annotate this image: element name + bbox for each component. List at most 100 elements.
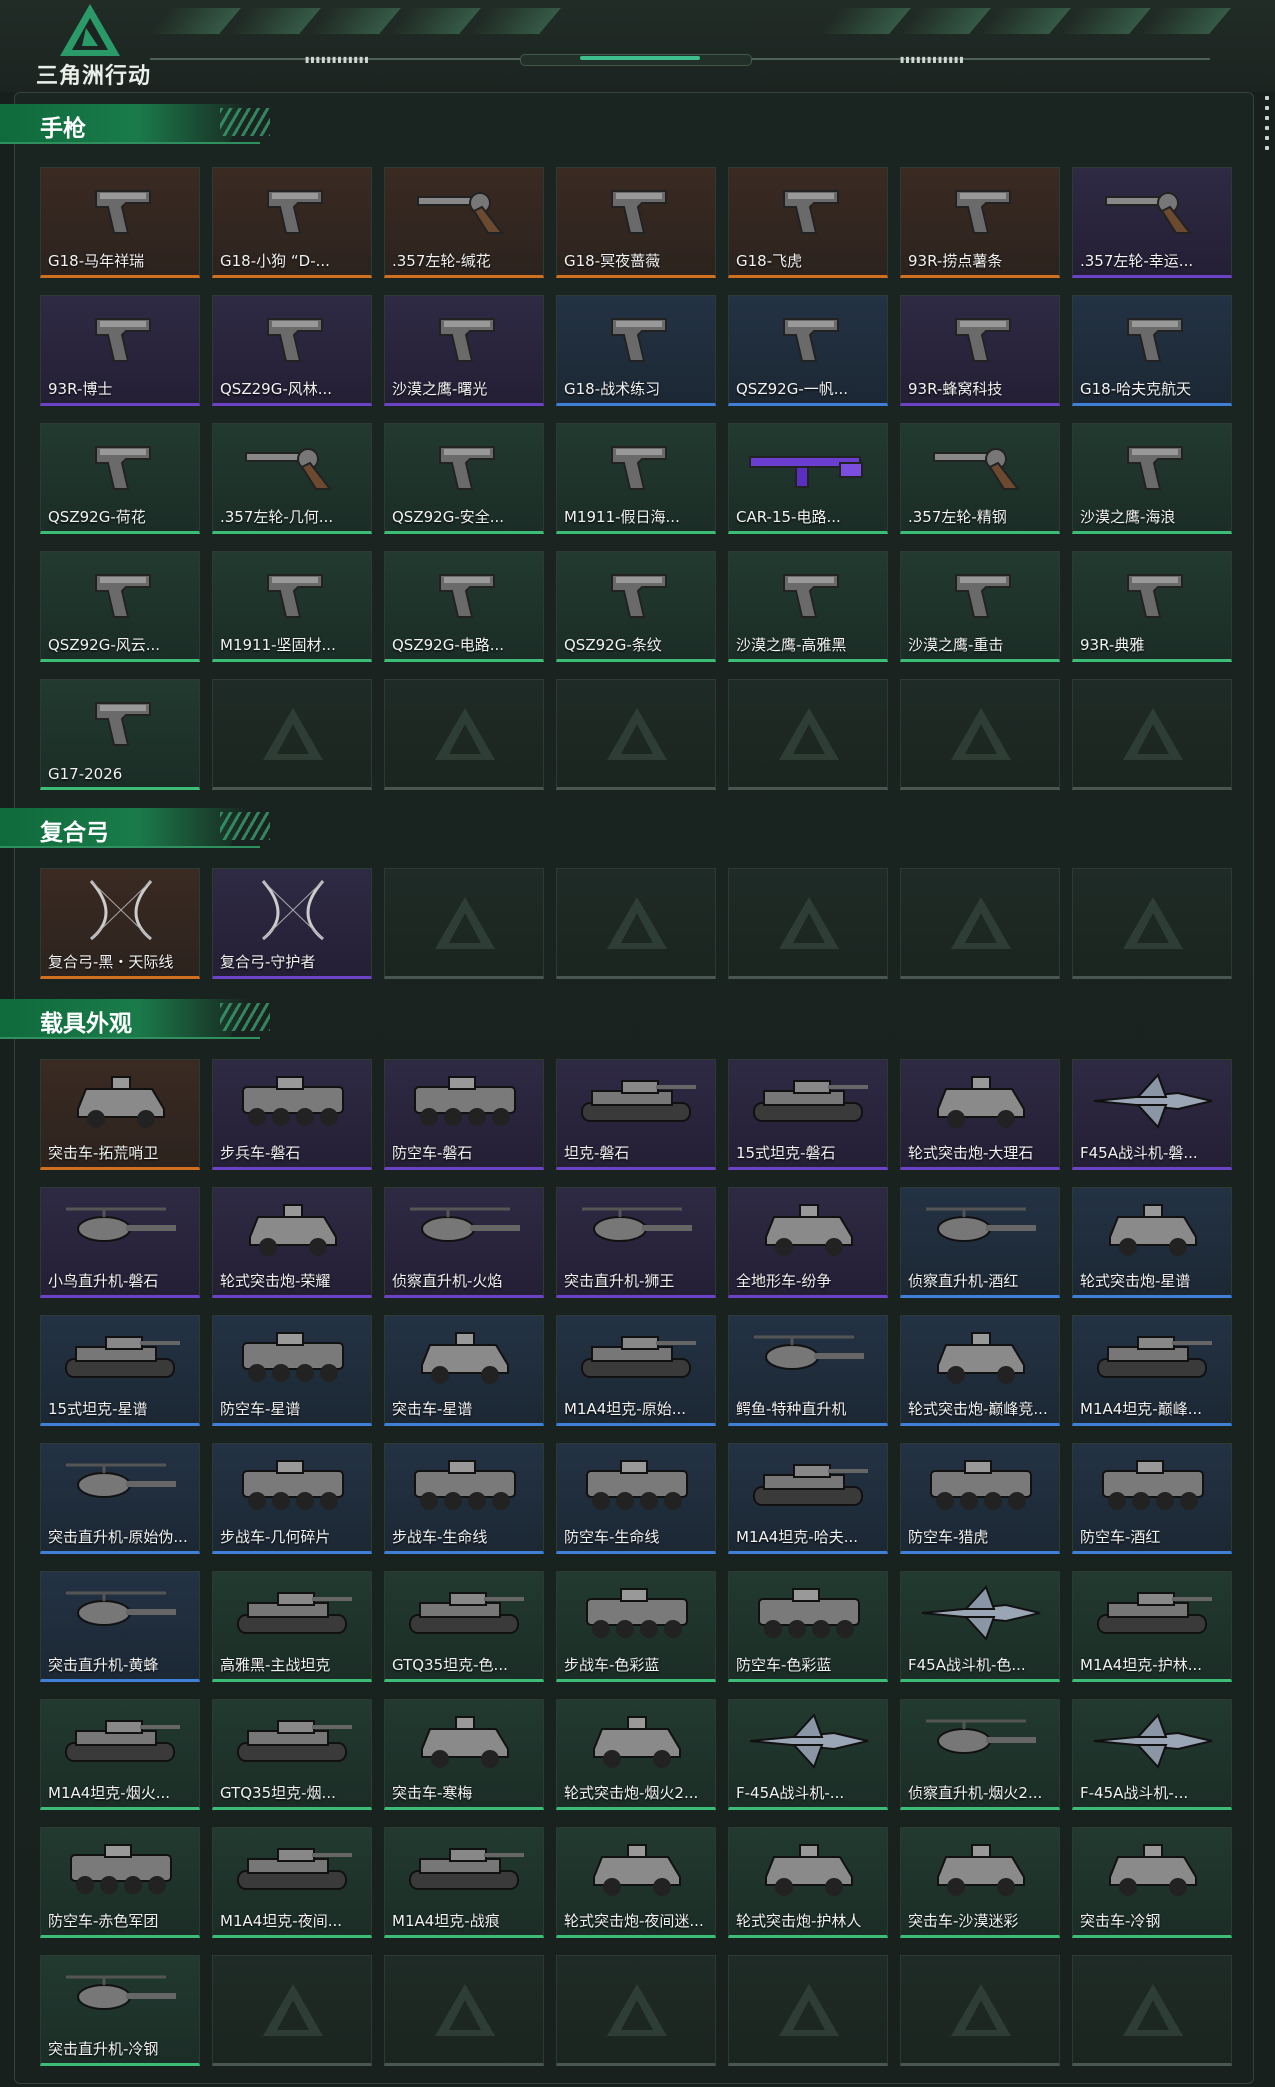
skin-name: QSZ92G-安全...	[392, 508, 505, 526]
skin-card[interactable]: 步兵车-磐石	[212, 1059, 372, 1170]
skin-card[interactable]: 小鸟直升机-磐石	[40, 1187, 200, 1298]
skin-card[interactable]: 防空车-生命线	[556, 1443, 716, 1554]
skin-card[interactable]: F-45A战斗机-...	[1072, 1699, 1232, 1810]
apc-icon	[385, 1060, 543, 1142]
skin-card[interactable]: 侦察直升机-火焰	[384, 1187, 544, 1298]
skin-card[interactable]: 突击车-拓荒哨卫	[40, 1059, 200, 1170]
skin-card[interactable]: GTQ35坦克-烟...	[212, 1699, 372, 1810]
empty-slot	[384, 679, 544, 790]
skin-card[interactable]: 沙漠之鹰-重击	[900, 551, 1060, 662]
skin-card[interactable]: 轮式突击炮-夜间迷...	[556, 1827, 716, 1938]
skin-card[interactable]: 轮式突击炮-星谱	[1072, 1187, 1232, 1298]
banner-stripes-right	[819, 8, 1231, 38]
pistol-icon	[729, 168, 887, 250]
skin-card[interactable]: M1A4坦克-烟火...	[40, 1699, 200, 1810]
skin-name: 突击直升机-原始伪...	[48, 1528, 188, 1546]
skin-card[interactable]: 轮式突击炮-烟火2...	[556, 1699, 716, 1810]
skin-card[interactable]: M1A4坦克-夜间...	[212, 1827, 372, 1938]
tank-icon	[557, 1060, 715, 1142]
skin-card[interactable]: G18-冥夜蔷薇	[556, 167, 716, 278]
skin-card[interactable]: .357左轮-几何...	[212, 423, 372, 534]
skin-card[interactable]: M1A4坦克-护林...	[1072, 1571, 1232, 1682]
skin-card[interactable]: 步战车-生命线	[384, 1443, 544, 1554]
skin-card[interactable]: M1911-假日海...	[556, 423, 716, 534]
skin-card[interactable]: .357左轮-幸运...	[1072, 167, 1232, 278]
skin-name: 93R-典雅	[1080, 636, 1145, 654]
skin-card[interactable]: 突击车-沙漠迷彩	[900, 1827, 1060, 1938]
skin-card[interactable]: 突击直升机-冷钢	[40, 1955, 200, 2066]
logo-text: 三角洲行动	[36, 64, 152, 89]
skin-name: 沙漠之鹰-高雅黑	[736, 636, 847, 654]
skin-card[interactable]: 沙漠之鹰-海浪	[1072, 423, 1232, 534]
skin-name: 轮式突击炮-夜间迷...	[564, 1912, 704, 1930]
skin-card[interactable]: 轮式突击炮-巅峰竞...	[900, 1315, 1060, 1426]
skin-card[interactable]: QSZ92G-条纹	[556, 551, 716, 662]
skin-card[interactable]: .357左轮-精钢	[900, 423, 1060, 534]
skin-card[interactable]: 防空车-赤色军团	[40, 1827, 200, 1938]
scroll-indicator[interactable]	[1265, 96, 1271, 156]
skin-card[interactable]: 突击直升机-黄蜂	[40, 1571, 200, 1682]
skin-card[interactable]: 突击直升机-狮王	[556, 1187, 716, 1298]
skin-card[interactable]: G18-小狗 “D-...	[212, 167, 372, 278]
skin-card[interactable]: 轮式突击炮-荣耀	[212, 1187, 372, 1298]
placeholder-logo-icon	[1121, 1982, 1185, 2042]
skin-name: QSZ29G-风林...	[220, 380, 333, 398]
skin-card[interactable]: 轮式突击炮-大理石	[900, 1059, 1060, 1170]
skin-card[interactable]: 坦克-磐石	[556, 1059, 716, 1170]
skin-card[interactable]: QSZ29G-风林...	[212, 295, 372, 406]
skin-card[interactable]: 防空车-星谱	[212, 1315, 372, 1426]
heli-icon	[41, 1956, 199, 2038]
skin-card[interactable]: CAR-15-电路...	[728, 423, 888, 534]
skin-card[interactable]: 侦察直升机-烟火2...	[900, 1699, 1060, 1810]
empty-slot	[1072, 679, 1232, 790]
skin-card[interactable]: 步战车-几何碎片	[212, 1443, 372, 1554]
skin-card[interactable]: 沙漠之鹰-高雅黑	[728, 551, 888, 662]
skin-card[interactable]: 突击车-冷钢	[1072, 1827, 1232, 1938]
skin-card[interactable]: GTQ35坦克-色...	[384, 1571, 544, 1682]
skin-card[interactable]: 防空车-酒红	[1072, 1443, 1232, 1554]
skin-card[interactable]: 防空车-猎虎	[900, 1443, 1060, 1554]
skin-card[interactable]: QSZ92G-一帆...	[728, 295, 888, 406]
skin-card[interactable]: G18-战术练习	[556, 295, 716, 406]
skin-card[interactable]: F45A战斗机-磐...	[1072, 1059, 1232, 1170]
skin-card[interactable]: 93R-蜂窝科技	[900, 295, 1060, 406]
skin-card[interactable]: F-45A战斗机-...	[728, 1699, 888, 1810]
skin-card[interactable]: M1911-坚固材...	[212, 551, 372, 662]
skin-card[interactable]: QSZ92G-电路...	[384, 551, 544, 662]
skin-card[interactable]: 步战车-色彩蓝	[556, 1571, 716, 1682]
skin-card[interactable]: 15式坦克-磐石	[728, 1059, 888, 1170]
skin-card[interactable]: G18-马年祥瑞	[40, 167, 200, 278]
skin-card[interactable]: 93R-典雅	[1072, 551, 1232, 662]
skin-card[interactable]: QSZ92G-安全...	[384, 423, 544, 534]
skin-card[interactable]: 侦察直升机-酒红	[900, 1187, 1060, 1298]
skin-card[interactable]: 全地形车-纷争	[728, 1187, 888, 1298]
skin-card[interactable]: 防空车-色彩蓝	[728, 1571, 888, 1682]
skin-card[interactable]: 轮式突击炮-护林人	[728, 1827, 888, 1938]
skin-card[interactable]: M1A4坦克-巅峰...	[1072, 1315, 1232, 1426]
skin-name: G18-战术练习	[564, 380, 661, 398]
skin-card[interactable]: QSZ92G-荷花	[40, 423, 200, 534]
skin-card[interactable]: 高雅黑-主战坦克	[212, 1571, 372, 1682]
skin-name: M1A4坦克-烟火...	[48, 1784, 171, 1802]
skin-card[interactable]: G18-哈夫克航天	[1072, 295, 1232, 406]
skin-card[interactable]: M1A4坦克-哈夫...	[728, 1443, 888, 1554]
skin-card[interactable]: 复合弓-守护者	[212, 868, 372, 979]
skin-card[interactable]: 防空车-磐石	[384, 1059, 544, 1170]
skin-card[interactable]: 15式坦克-星谱	[40, 1315, 200, 1426]
skin-card[interactable]: M1A4坦克-战痕	[384, 1827, 544, 1938]
skin-card[interactable]: 突击直升机-原始伪...	[40, 1443, 200, 1554]
skin-card[interactable]: 突击车-星谱	[384, 1315, 544, 1426]
skin-card[interactable]: 复合弓-黑・天际线	[40, 868, 200, 979]
skin-card[interactable]: M1A4坦克-原始...	[556, 1315, 716, 1426]
skin-card[interactable]: QSZ92G-风云...	[40, 551, 200, 662]
skin-card[interactable]: 93R-捞点薯条	[900, 167, 1060, 278]
skin-card[interactable]: F45A战斗机-色...	[900, 1571, 1060, 1682]
empty-slot	[900, 679, 1060, 790]
skin-card[interactable]: G17-2026	[40, 679, 200, 790]
skin-card[interactable]: 沙漠之鹰-曙光	[384, 295, 544, 406]
skin-card[interactable]: 鳄鱼-特种直升机	[728, 1315, 888, 1426]
skin-card[interactable]: 突击车-寒梅	[384, 1699, 544, 1810]
skin-card[interactable]: .357左轮-缄花	[384, 167, 544, 278]
skin-card[interactable]: 93R-博士	[40, 295, 200, 406]
skin-card[interactable]: G18-飞虎	[728, 167, 888, 278]
